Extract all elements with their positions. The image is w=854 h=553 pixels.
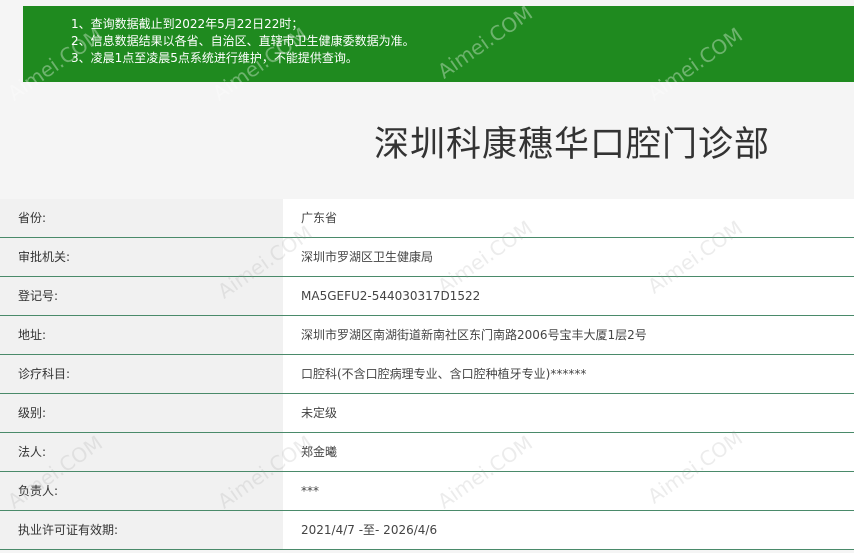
- row-label: 登记号:: [0, 277, 283, 315]
- table-row-person-in-charge: 负责人: ***: [0, 472, 854, 511]
- row-label: 省份:: [0, 199, 283, 237]
- row-value: MA5GEFU2-544030317D1522: [283, 277, 854, 315]
- table-row-level: 级别: 未定级: [0, 394, 854, 433]
- table-row-departments: 诊疗科目: 口腔科(不含口腔病理专业、含口腔种植牙专业)******: [0, 355, 854, 394]
- row-label: 审批机关:: [0, 238, 283, 276]
- table-row-registration-number: 登记号: MA5GEFU2-544030317D1522: [0, 277, 854, 316]
- notice-banner: 1、查询数据截止到2022年5月22日22时； 2、信息数据结果以各省、自治区、…: [23, 6, 854, 82]
- row-label: 法人:: [0, 433, 283, 471]
- table-row-province: 省份: 广东省: [0, 199, 854, 238]
- table-row-approval-authority: 审批机关: 深圳市罗湖区卫生健康局: [0, 238, 854, 277]
- table-row-legal-person: 法人: 郑金曦: [0, 433, 854, 472]
- row-value: 未定级: [283, 394, 854, 432]
- row-value: 口腔科(不含口腔病理专业、含口腔种植牙专业)******: [283, 355, 854, 393]
- row-value: 深圳市罗湖区南湖街道新南社区东门南路2006号宝丰大厦1层2号: [283, 316, 854, 354]
- row-value: 郑金曦: [283, 433, 854, 471]
- table-row-license-validity: 执业许可证有效期: 2021/4/7 -至- 2026/4/6: [0, 511, 854, 550]
- row-value: ***: [283, 472, 854, 510]
- row-label: 级别:: [0, 394, 283, 432]
- row-label: 负责人:: [0, 472, 283, 510]
- row-value: 广东省: [283, 199, 854, 237]
- row-value: 深圳市罗湖区卫生健康局: [283, 238, 854, 276]
- row-value: 2021/4/7 -至- 2026/4/6: [283, 511, 854, 549]
- page-title: 深圳科康穗华口腔门诊部: [373, 125, 770, 165]
- row-label: 地址:: [0, 316, 283, 354]
- notice-line-1: 1、查询数据截止到2022年5月22日22时；: [71, 17, 304, 31]
- table-row-address: 地址: 深圳市罗湖区南湖街道新南社区东门南路2006号宝丰大厦1层2号: [0, 316, 854, 355]
- notice-line-3: 3、凌晨1点至凌晨5点系统进行维护，不能提供查询。: [71, 51, 358, 65]
- notice-line-2: 2、信息数据结果以各省、自治区、直辖市卫生健康委数据为准。: [71, 34, 415, 48]
- row-label: 执业许可证有效期:: [0, 511, 283, 549]
- row-label: 诊疗科目:: [0, 355, 283, 393]
- info-table: 省份: 广东省 审批机关: 深圳市罗湖区卫生健康局 登记号: MA5GEFU2-…: [0, 199, 854, 550]
